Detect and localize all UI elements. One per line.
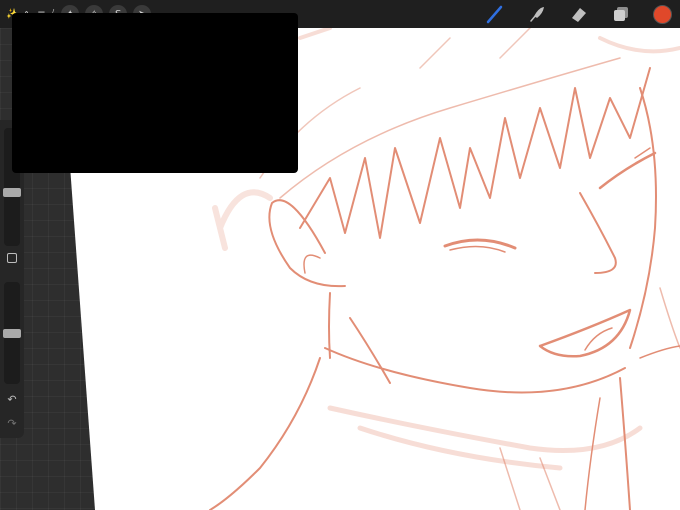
smudge-icon[interactable] [527,4,547,24]
opacity-slider[interactable] [3,282,21,384]
opacity-thumb[interactable] [3,329,21,338]
toolbar-right [485,0,672,28]
color-picker-swatch[interactable] [653,4,672,24]
redacted-overlay [12,13,298,173]
layers-icon[interactable] [611,4,631,24]
redo-button[interactable]: ↷ [6,418,18,430]
brush-icon[interactable] [485,4,505,24]
brush-size-thumb[interactable] [3,188,21,197]
undo-button[interactable]: ↶ [6,394,18,406]
eraser-icon[interactable] [569,4,589,24]
eyedropper-button[interactable] [7,253,17,263]
